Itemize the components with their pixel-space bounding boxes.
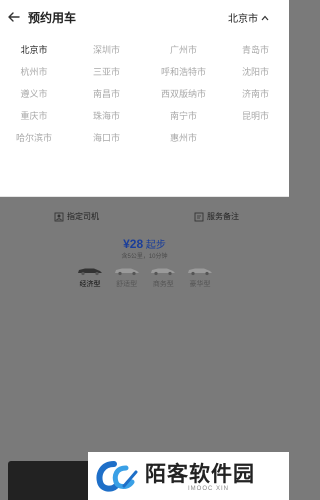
city-option[interactable]: 深圳市 — [68, 38, 145, 60]
top-bar: 预约用车 北京市 — [0, 0, 289, 34]
city-option[interactable]: 北京市 — [0, 38, 68, 60]
back-button[interactable] — [0, 0, 28, 34]
service-note-option[interactable]: 服务备注 — [194, 211, 239, 222]
city-option[interactable]: 昆明市 — [222, 104, 289, 126]
back-arrow-icon — [8, 12, 20, 22]
city-option[interactable]: 南昌市 — [68, 82, 145, 104]
price-note: 含5公里，10分钟 — [121, 254, 168, 260]
car-icon — [78, 268, 102, 276]
service-note-label: 服务备注 — [207, 212, 239, 221]
city-option[interactable]: 西双版纳市 — [145, 82, 222, 104]
watermark-name: 陌客软件园 — [145, 463, 255, 486]
city-option[interactable]: 惠州市 — [145, 126, 222, 148]
price-amount: ¥28 — [123, 237, 144, 251]
city-option[interactable]: 广州市 — [145, 38, 222, 60]
car-icon — [187, 268, 212, 276]
selected-city-label: 北京市 — [228, 14, 258, 25]
chevron-up-icon — [261, 15, 269, 20]
car-type-option[interactable]: 豪华型 — [185, 266, 215, 289]
city-option[interactable]: 遵义市 — [0, 82, 68, 104]
city-option[interactable]: 青岛市 — [222, 38, 289, 60]
city-option[interactable]: 沈阳市 — [222, 60, 289, 82]
city-selector[interactable]: 北京市 — [228, 10, 269, 25]
car-type-label: 豪华型 — [189, 281, 211, 288]
price-display: ¥28 起步 — [0, 236, 289, 251]
car-icon — [151, 268, 176, 276]
price-suffix: 起步 — [145, 240, 166, 251]
designated-driver-label: 指定司机 — [67, 212, 99, 221]
city-option[interactable]: 济南市 — [222, 82, 289, 104]
watermark-subtitle: IMOOC XIN — [188, 486, 230, 492]
city-option[interactable]: 海口市 — [68, 126, 145, 148]
car-type-label: 经济型 — [79, 281, 101, 288]
watermark-icon — [96, 461, 138, 492]
designated-driver-option[interactable]: 指定司机 — [54, 211, 99, 222]
city-option[interactable]: 三亚市 — [68, 60, 145, 82]
car-type-label: 商务型 — [152, 281, 174, 288]
city-option[interactable]: 南宁市 — [145, 104, 222, 126]
page-title: 预约用车 — [28, 10, 77, 25]
city-option[interactable]: 重庆市 — [0, 104, 68, 126]
car-type-option[interactable]: 经济型 — [75, 266, 105, 289]
city-option[interactable]: 杭州市 — [0, 60, 68, 82]
note-icon — [194, 212, 204, 221]
city-grid: 北京市 深圳市 广州市 青岛市杭州市 三亚市 呼和浩特市 沈阳市遵义市 南昌市 西双版纳市 济南市… — [0, 34, 289, 148]
city-option[interactable]: 珠海市 — [68, 104, 145, 126]
watermark-logo: 陌客软件园 IMOOC XIN — [88, 452, 289, 500]
car-type-selector: 经济型 舒适型 商务型 豪华型 — [75, 266, 215, 289]
booking-options: 指定司机 服务备注 — [54, 211, 239, 222]
city-dropdown-panel: 北京市 深圳市 广州市 青岛市杭州市 三亚市 呼和浩特市 沈阳市遵义市 南昌市 西双版纳市 济南市… — [0, 34, 289, 197]
car-icon — [114, 268, 139, 276]
person-icon — [54, 212, 64, 221]
city-option[interactable]: 呼和浩特市 — [145, 60, 222, 82]
car-type-label: 舒适型 — [116, 281, 138, 288]
city-option[interactable]: 哈尔滨市 — [0, 126, 68, 148]
car-type-option[interactable]: 舒适型 — [112, 266, 142, 289]
car-type-option[interactable]: 商务型 — [148, 266, 178, 289]
